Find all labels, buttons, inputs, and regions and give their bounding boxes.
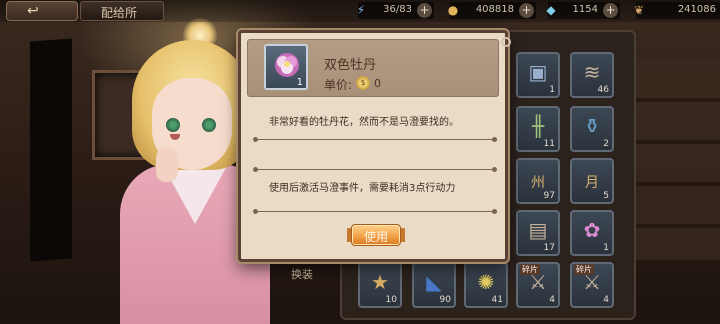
inventory-item-mooncake-zhou[interactable]: 州 97 xyxy=(516,158,560,204)
item-count: 1 xyxy=(549,85,555,95)
dialog-corner-ornament xyxy=(501,37,511,47)
resource-feather-value: 241086 xyxy=(677,4,716,15)
character-hand xyxy=(156,148,178,182)
character-eye-left xyxy=(166,118,180,132)
diamond-icon: ◆ xyxy=(546,3,556,17)
page-title: 配给所 xyxy=(101,6,138,20)
shard-icon: ⚔ xyxy=(583,270,601,294)
inventory-item-shard-1[interactable]: 碎片 ⚔ 4 xyxy=(516,262,560,308)
inventory-item-star[interactable]: ★ 10 xyxy=(358,262,402,308)
inventory-item-scroll[interactable]: ≋ 46 xyxy=(570,52,614,98)
scroll-icon: ≋ xyxy=(583,60,601,84)
peony-flower-icon: ✿ xyxy=(583,218,601,242)
inventory-item-gift-box[interactable]: ▣ 1 xyxy=(516,52,560,98)
resource-diamond: ◆ 1154 + xyxy=(546,2,620,19)
item-count: 90 xyxy=(439,295,451,305)
divider xyxy=(253,209,497,214)
item-quantity: 1 xyxy=(296,77,303,88)
item-detail-dialog: 1 双色牡丹 单价: $ 0 非常好看的牡丹花，然而不是马澄要找的。 使用后激活… xyxy=(238,30,511,262)
item-count: 17 xyxy=(543,243,555,253)
shard-icon: ⚔ xyxy=(529,270,547,294)
inventory-item-ink-jar[interactable]: ⚱ 2 xyxy=(570,106,614,152)
top-bar: ↩ 配给所 ⚡ 36/83 + ● 408818 + ◆ 1154 + ❦ 24… xyxy=(0,0,720,22)
inventory-item-ladder[interactable]: ╫ 11 xyxy=(516,106,560,152)
star-icon: ★ xyxy=(371,270,389,294)
back-button[interactable]: ↩ xyxy=(6,1,78,21)
item-count: 46 xyxy=(597,85,609,95)
inventory-item-mooncake-yue[interactable]: 月 5 xyxy=(570,158,614,204)
item-count: 11 xyxy=(543,139,555,149)
item-usage-text: 使用后激活马澄事件，需要耗消3点行动力 xyxy=(269,183,456,194)
divider xyxy=(253,137,497,142)
item-count: 4 xyxy=(549,295,555,305)
back-arrow-icon: ↩ xyxy=(27,3,39,19)
gold-coin-icon: ● xyxy=(447,3,459,17)
price-value: 0 xyxy=(374,77,381,90)
item-count: 4 xyxy=(603,295,609,305)
item-count: 1 xyxy=(603,243,609,253)
character-eye-right xyxy=(202,118,216,132)
resource-energy-value: 36/83 xyxy=(383,4,412,15)
item-count: 97 xyxy=(543,191,555,201)
inventory-item-shard-2[interactable]: 碎片 ⚔ 4 xyxy=(570,262,614,308)
mooncake-yue-icon: 月 xyxy=(585,175,599,191)
ladder-icon: ╫ xyxy=(531,114,545,138)
title-plate: 配给所 xyxy=(80,1,164,21)
inventory-item-firework[interactable]: ✺ 41 xyxy=(464,262,508,308)
firework-icon: ✺ xyxy=(477,270,495,294)
use-button-label: 使用 xyxy=(363,230,388,244)
use-button[interactable]: 使用 xyxy=(351,224,401,246)
resource-energy: ⚡ 36/83 + xyxy=(357,2,434,19)
add-energy-button[interactable]: + xyxy=(417,3,432,18)
ink-jar-icon: ⚱ xyxy=(583,114,601,138)
swap-outfit-label[interactable]: 换装 xyxy=(291,266,313,282)
peony-flower-icon xyxy=(275,53,299,77)
add-gold-button[interactable]: + xyxy=(519,3,534,18)
inventory-item-document[interactable]: ▤ 17 xyxy=(516,210,560,256)
resource-diamond-value: 1154 xyxy=(572,4,598,15)
item-count: 5 xyxy=(603,191,609,201)
feather-icon: ❦ xyxy=(633,3,645,17)
item-count: 41 xyxy=(491,295,503,305)
item-count: 10 xyxy=(385,295,397,305)
resource-feather: ❦ 241086 xyxy=(634,2,720,19)
energy-icon: ⚡ xyxy=(356,3,366,17)
dialog-header: 1 双色牡丹 单价: $ 0 xyxy=(247,39,499,97)
gift-box-icon: ▣ xyxy=(528,60,548,84)
item-name: 双色牡丹 xyxy=(324,58,377,73)
divider xyxy=(253,167,497,172)
blue-cloth-icon: ◣ xyxy=(426,270,442,294)
item-icon-slot: 1 xyxy=(264,44,308,90)
price-label: 单价: xyxy=(324,78,353,92)
resource-gold: ● 408818 + xyxy=(448,2,536,19)
mooncake-zhou-icon: 州 xyxy=(531,175,545,191)
doorway xyxy=(30,38,72,262)
document-icon: ▤ xyxy=(528,218,548,242)
resource-gold-value: 408818 xyxy=(475,4,514,15)
item-count: 2 xyxy=(603,139,609,149)
add-diamond-button[interactable]: + xyxy=(603,3,618,18)
inventory-item-peony[interactable]: ✿ 1 xyxy=(570,210,614,256)
item-description: 非常好看的牡丹花，然而不是马澄要找的。 xyxy=(269,117,459,128)
coin-icon: $ xyxy=(356,76,370,90)
inventory-item-blue-cloth[interactable]: ◣ 90 xyxy=(412,262,456,308)
